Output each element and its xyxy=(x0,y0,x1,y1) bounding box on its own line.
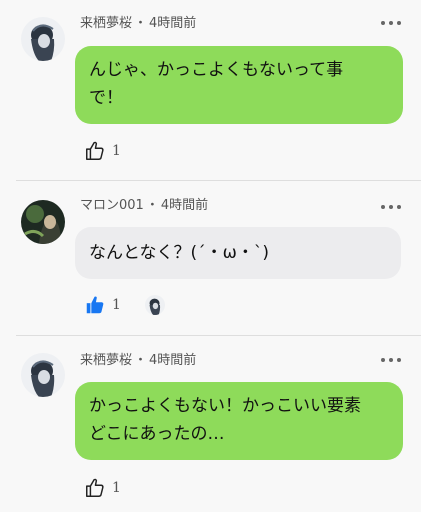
more-options-button[interactable] xyxy=(378,16,404,30)
comment-actions: 1 xyxy=(84,476,121,500)
comment-item: マロン001 ・ 4時間前 なんとなく？(´・ω・`) 1 xyxy=(0,181,421,335)
avatar[interactable] xyxy=(21,200,65,244)
comment-bubble: んじゃ、かっこよくもないって事 で！ xyxy=(75,46,403,124)
more-dot xyxy=(389,21,393,25)
more-dot xyxy=(381,205,385,209)
comment-time: 4時間前 xyxy=(160,198,209,213)
like-count: 1 xyxy=(112,143,121,159)
like-count: 1 xyxy=(112,297,121,313)
more-dot xyxy=(381,21,385,25)
thumbs-up-icon[interactable] xyxy=(84,294,106,316)
comment-text-line: かっこよくもない！かっこいい要素 xyxy=(89,396,361,416)
more-dot xyxy=(397,358,401,362)
author-name[interactable]: マロン001 xyxy=(80,198,144,213)
comment-actions: 1 xyxy=(84,139,121,163)
comment-actions: 1 xyxy=(84,293,165,317)
comment-text-line: んじゃ、かっこよくもないって事 xyxy=(89,60,344,80)
comment-meta: マロン001 ・ 4時間前 xyxy=(80,198,208,214)
comment-time: 4時間前 xyxy=(149,353,197,368)
meta-separator: ・ xyxy=(134,353,148,368)
thumbs-up-icon[interactable] xyxy=(84,477,106,499)
comment-bubble: かっこよくもない！かっこいい要素 どこにあったの… xyxy=(75,382,403,460)
author-name[interactable]: 来栖夢桜 xyxy=(80,16,132,31)
liker-avatar[interactable] xyxy=(144,295,165,315)
more-dot xyxy=(397,205,401,209)
more-dot xyxy=(389,358,393,362)
comment-text-line: なんとなく？(´・ω・`) xyxy=(89,243,269,263)
avatar[interactable] xyxy=(21,17,65,61)
comment-bubble: なんとなく？(´・ω・`) xyxy=(75,227,401,279)
like-count: 1 xyxy=(112,480,121,496)
avatar[interactable] xyxy=(21,353,65,397)
author-name[interactable]: 来栖夢桜 xyxy=(80,353,132,368)
comment-text-line: どこにあったの… xyxy=(89,424,225,444)
meta-separator: ・ xyxy=(145,198,159,213)
meta-separator: ・ xyxy=(134,16,148,31)
comment-text-line: で！ xyxy=(89,88,123,108)
comment-item: 来栖夢桜・ 4時間前 んじゃ、かっこよくもないって事 で！ 1 xyxy=(0,0,421,180)
comment-time: 4時間前 xyxy=(149,16,197,31)
more-dot xyxy=(381,358,385,362)
more-dot xyxy=(397,21,401,25)
more-options-button[interactable] xyxy=(378,353,404,367)
comment-meta: 来栖夢桜・ 4時間前 xyxy=(80,353,196,369)
more-dot xyxy=(389,205,393,209)
thumbs-up-icon[interactable] xyxy=(84,140,106,162)
comment-item: 来栖夢桜・ 4時間前 かっこよくもない！かっこいい要素 どこにあったの… 1 xyxy=(0,336,421,512)
comment-meta: 来栖夢桜・ 4時間前 xyxy=(80,16,196,32)
more-options-button[interactable] xyxy=(378,200,404,214)
